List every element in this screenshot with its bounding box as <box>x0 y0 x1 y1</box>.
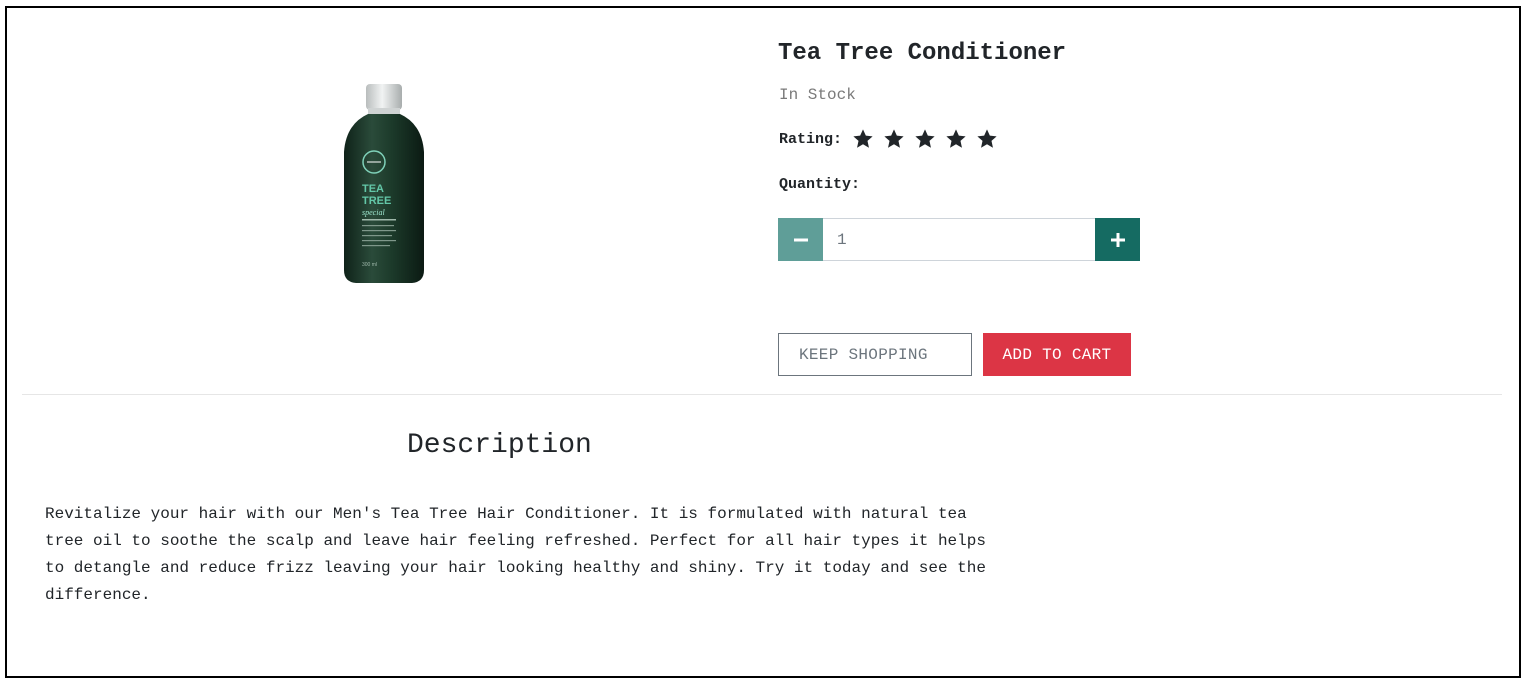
product-title: Tea Tree Conditioner <box>778 40 1067 67</box>
plus-icon <box>1110 232 1125 247</box>
rating-label: Rating: <box>779 130 843 148</box>
description-heading: Description <box>407 430 592 461</box>
star-icon <box>915 129 935 148</box>
svg-text:TEA: TEA <box>362 183 384 195</box>
increase-quantity-button[interactable] <box>1095 218 1140 261</box>
decrease-quantity-button[interactable] <box>778 218 823 261</box>
star-icon <box>884 129 904 148</box>
product-image: TEA TREE special 300 ml <box>338 80 430 286</box>
star-icon <box>977 129 997 148</box>
section-divider <box>22 394 1502 395</box>
svg-text:TREE: TREE <box>362 195 391 207</box>
stock-status: In Stock <box>779 86 856 104</box>
quantity-input[interactable] <box>823 218 1095 261</box>
svg-text:special: special <box>362 208 385 217</box>
star-icon <box>853 129 873 148</box>
keep-shopping-button[interactable]: KEEP SHOPPING <box>778 333 972 376</box>
quantity-stepper <box>778 218 1140 261</box>
minus-icon <box>793 238 808 241</box>
quantity-label: Quantity: <box>779 176 861 193</box>
add-to-cart-button[interactable]: ADD TO CART <box>983 333 1131 376</box>
description-text: Revitalize your hair with our Men's Tea … <box>45 505 986 604</box>
svg-text:300 ml: 300 ml <box>362 262 377 268</box>
rating-row: Rating: <box>779 128 1007 150</box>
rating-stars <box>852 128 1007 150</box>
star-icon <box>946 129 966 148</box>
